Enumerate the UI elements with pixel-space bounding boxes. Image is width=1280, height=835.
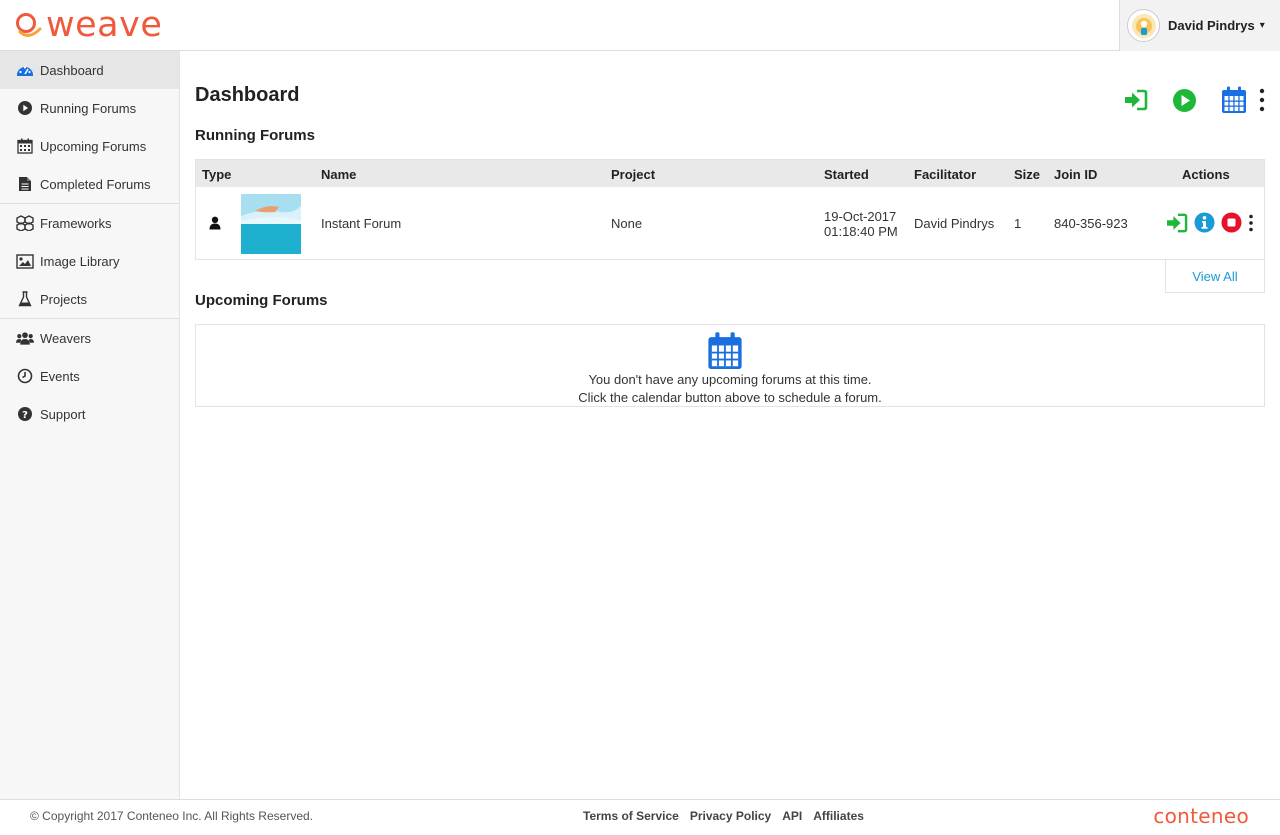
join-icon[interactable]: [1166, 213, 1188, 233]
sidebar-item-completed-forums[interactable]: Completed Forums: [0, 165, 179, 203]
sidebar-item-label: Weavers: [40, 330, 92, 346]
row-actions: [1160, 212, 1254, 233]
footer: © Copyright 2017 Conteneo Inc. All Right…: [0, 799, 1280, 835]
sidebar-item-label: Frameworks: [40, 215, 112, 231]
column-header: Actions: [1182, 167, 1230, 182]
api-link[interactable]: API: [782, 809, 802, 823]
page-title: Dashboard: [195, 84, 300, 106]
cubes-icon: [16, 214, 34, 232]
column-header: Facilitator: [914, 167, 977, 182]
sidebar-item-upcoming-forums[interactable]: Upcoming Forums: [0, 127, 179, 165]
info-icon[interactable]: [1194, 212, 1215, 233]
sidebar-item-label: Running Forums: [40, 100, 137, 116]
question-circle-icon: ?: [16, 405, 34, 423]
started-date: 19-Oct-2017: [824, 209, 897, 224]
upcoming-forums-empty-state: You don't have any upcoming forums at th…: [195, 324, 1265, 407]
user-name: David Pindrys: [1168, 18, 1255, 33]
sidebar-item-events[interactable]: Events: [0, 357, 179, 395]
avatar-icon: [1131, 13, 1156, 38]
column-header: Join ID: [1054, 167, 1098, 182]
sidebar-item-label: Upcoming Forums: [40, 138, 147, 154]
conteneo-logo[interactable]: conteneo: [1153, 804, 1249, 828]
join-forum-icon[interactable]: [1124, 89, 1148, 111]
forum-facilitator: David Pindrys: [914, 216, 995, 231]
more-vertical-icon[interactable]: [1259, 88, 1265, 112]
avatar: [1127, 9, 1160, 42]
schedule-calendar-icon[interactable]: [1221, 86, 1247, 114]
sidebar-item-frameworks[interactable]: Frameworks: [0, 204, 179, 242]
view-all-button[interactable]: View All: [1165, 260, 1265, 293]
sidebar-item-support[interactable]: ? Support: [0, 395, 179, 433]
started-time: 01:18:40 PM: [824, 224, 898, 239]
footer-links: Terms of Service Privacy Policy API Affi…: [583, 809, 875, 823]
users-icon: [16, 329, 34, 347]
user-menu[interactable]: David Pindrys ▾: [1119, 0, 1280, 51]
sidebar-item-label: Completed Forums: [40, 176, 151, 192]
user-icon: [209, 216, 221, 233]
app-header: weave David Pindrys ▾: [0, 0, 1280, 51]
forum-name-label[interactable]: Instant Forum: [321, 216, 401, 231]
column-header: Project: [611, 167, 656, 182]
sidebar-item-projects[interactable]: Projects: [0, 280, 179, 318]
top-actions: [1124, 86, 1265, 114]
forum-project: None: [611, 216, 643, 231]
affiliates-link[interactable]: Affiliates: [813, 809, 864, 823]
flask-icon: [16, 290, 34, 308]
column-header: Started: [824, 167, 869, 182]
column-header: Type: [202, 167, 232, 182]
dashboard-icon: [16, 61, 34, 79]
sidebar-item-image-library[interactable]: Image Library: [0, 242, 179, 280]
calendar-icon[interactable]: [707, 331, 743, 374]
caret-down-icon: ▾: [1259, 20, 1265, 31]
sidebar: Dashboard Running Forums Upcoming Forums…: [0, 51, 180, 799]
forum-size: 1: [1014, 216, 1022, 231]
play-circle-icon: [16, 99, 34, 117]
stop-icon[interactable]: [1221, 212, 1242, 233]
sidebar-item-dashboard[interactable]: Dashboard: [0, 51, 179, 89]
sidebar-item-label: Image Library: [40, 253, 120, 269]
table-header: Type Name Project Started Facilitator Si…: [196, 160, 1264, 187]
clock-icon: [16, 367, 34, 385]
terms-of-service-link[interactable]: Terms of Service: [583, 809, 679, 823]
weave-logo-icon: [16, 13, 42, 37]
logo-text: weave: [46, 4, 163, 45]
column-header: Size: [1014, 167, 1041, 182]
copyright: © Copyright 2017 Conteneo Inc. All Right…: [30, 809, 313, 823]
weave-logo[interactable]: weave: [14, 6, 162, 44]
forum-join-id: 840-356-923: [1054, 216, 1128, 231]
svg-text:?: ?: [22, 410, 28, 421]
empty-message: You don't have any upcoming forums at th…: [588, 372, 872, 387]
image-icon: [16, 252, 34, 270]
upcoming-forums-title: Upcoming Forums: [195, 292, 328, 309]
empty-hint: Click the calendar button above to sched…: [578, 390, 882, 405]
more-vertical-icon[interactable]: [1248, 214, 1254, 232]
sidebar-item-label: Dashboard: [40, 62, 104, 78]
sidebar-item-running-forums[interactable]: Running Forums: [0, 89, 179, 127]
document-icon: [16, 175, 34, 193]
forum-thumbnail[interactable]: [241, 194, 301, 254]
calendar-icon: [16, 137, 34, 155]
sidebar-item-label: Support: [40, 406, 86, 422]
privacy-policy-link[interactable]: Privacy Policy: [690, 809, 771, 823]
running-forums-title: Running Forums: [195, 127, 315, 144]
sidebar-item-label: Projects: [40, 291, 87, 307]
sidebar-item-weavers[interactable]: Weavers: [0, 319, 179, 357]
start-forum-icon[interactable]: [1172, 88, 1197, 113]
sidebar-item-label: Events: [40, 368, 80, 384]
running-forums-table: Type Name Project Started Facilitator Si…: [195, 159, 1265, 260]
column-header: Name: [321, 167, 357, 182]
